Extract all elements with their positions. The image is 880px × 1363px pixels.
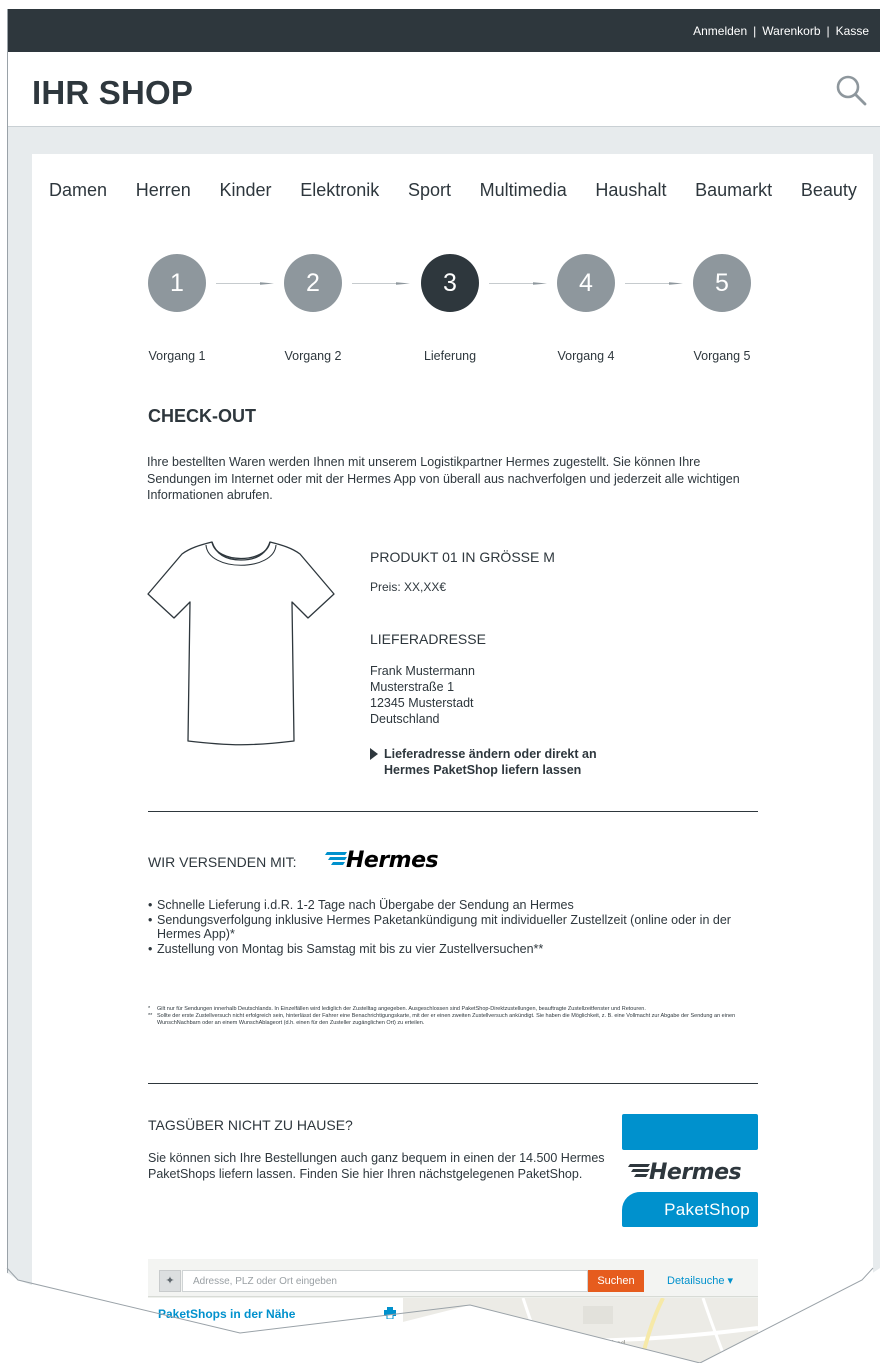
divider: [148, 1083, 758, 1084]
nav-item-elektronik[interactable]: Elektronik: [300, 180, 379, 201]
hermes-wordmark: Hermes: [346, 848, 439, 872]
delivery-address: Frank Mustermann Musterstraße 1 12345 Mu…: [370, 663, 475, 727]
sidebar-title: PaketShops in der Nähe: [158, 1307, 296, 1321]
nav-item-baumarkt[interactable]: Baumarkt: [695, 180, 772, 201]
list-item: Sendungsverfolgung inklusive Hermes Pake…: [148, 913, 748, 942]
nav-item-beauty[interactable]: Beauty: [801, 180, 857, 201]
arrow-right-icon: [625, 282, 683, 285]
product-price: Preis: XX,XX€: [370, 580, 447, 594]
footnotes: * Gilt nur für Sendungen innerhalb Deutsc…: [148, 1006, 748, 1027]
step-3-circle[interactable]: 3: [421, 254, 479, 312]
arrow-right-icon: [352, 282, 410, 285]
site-header: IHR SHOP: [8, 52, 880, 127]
address-title: LIEFERADRESSE: [370, 631, 486, 647]
step-2-label: Vorgang 2: [284, 349, 342, 363]
step-5-label: Vorgang 5: [693, 349, 751, 363]
step-1-circle[interactable]: 1: [148, 254, 206, 312]
paketshop-text: Sie können sich Ihre Bestellungen auch g…: [148, 1151, 605, 1181]
hermes-logo: Hermes: [325, 848, 439, 872]
shop-logo[interactable]: IHR SHOP: [32, 74, 193, 112]
hermes-wordmark: Hermes: [649, 1160, 742, 1184]
separator: |: [753, 24, 757, 38]
map-view[interactable]: Edebnisbad: [403, 1298, 758, 1363]
change-address-line: Lieferadresse ändern oder direkt an: [384, 747, 597, 761]
shipping-benefits: Schnelle Lieferung i.d.R. 1-2 Tage nach …: [148, 898, 748, 956]
nav-item-sport[interactable]: Sport: [408, 180, 451, 201]
map-sidebar: PaketShops in der Nähe: [148, 1298, 403, 1363]
footnote-mark: **: [148, 1013, 153, 1019]
separator: |: [826, 24, 830, 38]
paketshop-banner-top: [622, 1114, 758, 1150]
paketshop-title: TAGSÜBER NICHT ZU HAUSE?: [148, 1117, 353, 1133]
footnote-text: Gilt nur für Sendungen innerhalb Deutsch…: [157, 1006, 646, 1012]
step-1-label: Vorgang 1: [148, 349, 206, 363]
change-address-line: Hermes PaketShop liefern lassen: [384, 763, 582, 777]
paketshop-badge[interactable]: PaketShop: [622, 1192, 758, 1227]
cart-link[interactable]: Warenkorb: [762, 24, 820, 38]
login-link[interactable]: Anmelden: [693, 24, 747, 38]
category-nav: Damen Herren Kinder Elektronik Sport Mul…: [32, 180, 873, 201]
checkout-link[interactable]: Kasse: [836, 24, 869, 38]
step-5-circle[interactable]: 5: [693, 254, 751, 312]
browser-frame: Anmelden | Warenkorb | Kasse IHR SHOP Damen …: [7, 9, 880, 1363]
search-icon[interactable]: [835, 74, 867, 106]
product-title: PRODUKT 01 IN GRÖSSE M: [370, 549, 555, 565]
intro-text: Ihre bestellten Waren werden Ihnen mit u…: [147, 455, 740, 502]
detail-search-link[interactable]: Detailsuche ▾: [667, 1274, 733, 1287]
hermes-logo: Hermes: [628, 1160, 742, 1184]
shipping-title: WIR VERSENDEN MIT:: [148, 854, 297, 870]
checkout-progress: 1 2 3 4 5 Vorgang 1 Vorgang 2 Lieferung …: [32, 254, 873, 364]
account-links: Anmelden | Warenkorb | Kasse: [693, 24, 869, 38]
top-bar: Anmelden | Warenkorb | Kasse: [8, 9, 880, 52]
nav-item-kinder[interactable]: Kinder: [219, 180, 271, 201]
print-icon[interactable]: [384, 1307, 396, 1319]
nav-item-damen[interactable]: Damen: [49, 180, 107, 201]
locate-icon[interactable]: ✦: [159, 1270, 181, 1292]
arrow-right-icon: [216, 282, 274, 285]
address-line: Deutschland: [370, 712, 440, 726]
list-item: Schnelle Lieferung i.d.R. 1-2 Tage nach …: [148, 898, 748, 913]
address-line: 12345 Musterstadt: [370, 696, 474, 710]
tshirt-icon: [147, 541, 335, 746]
footnote: * Gilt nur für Sendungen innerhalb Deutsc…: [148, 1006, 748, 1013]
page-title: CHECK-OUT: [148, 406, 256, 426]
divider: [148, 811, 758, 812]
map-search-bar: ✦ Adresse, PLZ oder Ort eingeben Suchen …: [148, 1259, 758, 1297]
map-street-label: Edebnisbad: [583, 1339, 625, 1348]
address-line: Frank Mustermann: [370, 664, 475, 678]
footnote-text: Sollte der erste Zustellversuch nicht er…: [157, 1013, 736, 1026]
chevron-down-icon: ▾: [727, 1275, 734, 1287]
footnote-mark: *: [148, 1006, 151, 1012]
list-item: Zustellung von Montag bis Samstag mit bi…: [148, 942, 748, 957]
nav-item-multimedia[interactable]: Multimedia: [480, 180, 567, 201]
step-2-circle[interactable]: 2: [284, 254, 342, 312]
arrow-right-icon: [489, 282, 547, 285]
address-search-input[interactable]: Adresse, PLZ oder Ort eingeben: [182, 1270, 588, 1292]
step-4-label: Vorgang 4: [557, 349, 615, 363]
nav-item-haushalt[interactable]: Haushalt: [595, 180, 666, 201]
address-line: Musterstraße 1: [370, 680, 455, 694]
triangle-right-icon: [370, 748, 378, 760]
nav-item-herren[interactable]: Herren: [136, 180, 191, 201]
step-4-circle[interactable]: 4: [557, 254, 615, 312]
paketshop-finder: ✦ Adresse, PLZ oder Ort eingeben Suchen …: [148, 1259, 758, 1363]
step-3-label: Lieferung: [423, 349, 477, 363]
main-content: Damen Herren Kinder Elektronik Sport Mul…: [32, 154, 873, 1363]
footnote: ** Sollte der erste Zustellversuch nicht …: [148, 1013, 748, 1027]
detail-search-label: Detailsuche: [667, 1275, 725, 1287]
change-address-link[interactable]: Lieferadresse ändern oder direkt an Herm…: [370, 746, 630, 778]
search-button[interactable]: Suchen: [588, 1270, 644, 1292]
